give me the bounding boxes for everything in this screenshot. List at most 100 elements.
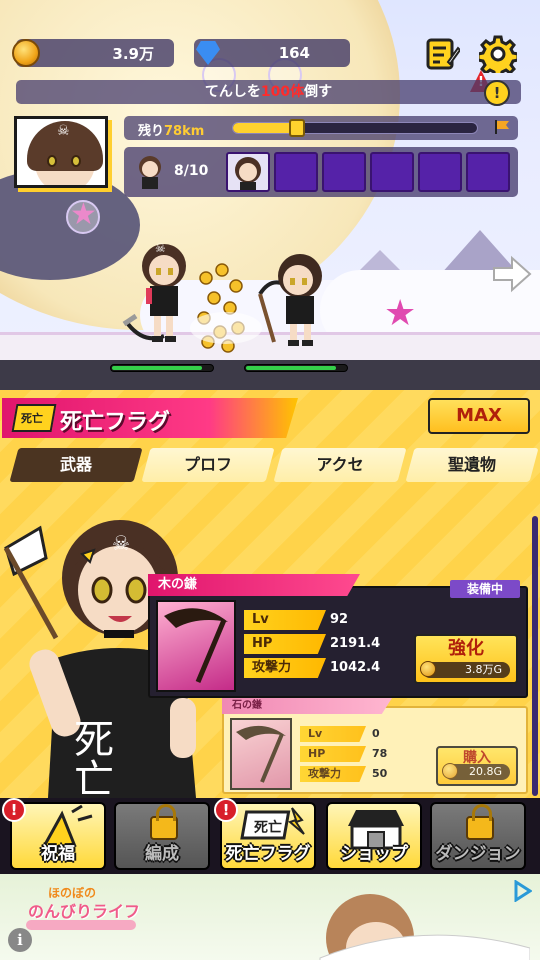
stat-label: 攻撃力: [300, 766, 366, 782]
quest-alert-badge: !: [484, 80, 510, 106]
stat-value: 92: [330, 612, 349, 627]
menu-panel: 死亡 死亡フラグ MAX 武器 プロフ アクセ 聖遺物 死亡 ☠ 木の鎌 装備中: [0, 390, 540, 798]
enemy-portrait-icon: [235, 157, 261, 190]
shirt-text: 死亡: [67, 718, 113, 798]
nav-shop[interactable]: ショップ: [326, 802, 422, 870]
gem-counter: 164: [194, 39, 350, 67]
buy-button[interactable]: 購入 20.8G: [436, 746, 518, 786]
tab-profile[interactable]: プロフ: [141, 448, 275, 482]
coin-icon: [12, 39, 40, 67]
enemy-character: [258, 254, 322, 346]
menu-title-banner: 死亡 死亡フラグ: [2, 398, 298, 438]
menu-title: 死亡フラグ: [60, 410, 171, 435]
next-weapon-card[interactable]: 石の鎌 Lv 0 HP 78 攻撃力 50 購入 20.8G: [222, 698, 528, 794]
goal-flag-icon: [495, 120, 509, 134]
scrollbar[interactable]: [532, 516, 538, 796]
nav-label: ダンジョン: [435, 844, 521, 864]
wave-panel: 8/10: [124, 147, 518, 197]
max-button[interactable]: MAX: [428, 398, 530, 434]
tab-weapon[interactable]: 武器: [9, 448, 143, 482]
sparkle-circle: [66, 200, 100, 234]
upgrade-cost: 3.8万G: [420, 661, 510, 678]
stat-value: 2191.4: [330, 636, 381, 651]
player-hp-bar: [110, 364, 214, 372]
equipped-badge: 装備中: [450, 580, 520, 598]
gear-icon: [479, 35, 517, 73]
gem-amount: 164: [278, 44, 310, 62]
stat-value: 1042.4: [330, 660, 381, 675]
nav-label: ショップ: [340, 844, 408, 864]
lock-icon: [150, 804, 178, 840]
skull-icon: ☠: [112, 531, 130, 555]
memo-button[interactable]: [422, 34, 462, 74]
upgrade-label: 強化: [448, 638, 484, 659]
distance-progress: [232, 119, 478, 137]
weapon-image: [156, 600, 236, 692]
star-icon: ★: [384, 293, 417, 334]
memo-icon: [426, 38, 460, 70]
wave-slot-empty: [274, 152, 318, 192]
weapon-name: 石の鎌: [222, 698, 392, 714]
nav-dungeon[interactable]: ダンジョン: [430, 802, 526, 870]
coin-icon: [442, 763, 458, 779]
alert-badge: !: [214, 798, 238, 822]
quest-text-after: 倒す: [304, 84, 333, 100]
weapon-image: [230, 718, 292, 790]
stat-label: HP: [300, 746, 366, 762]
stat-label: Lv: [244, 610, 326, 630]
ad-info-button[interactable]: i: [8, 928, 32, 952]
wave-counter: 8/10: [174, 163, 209, 179]
gem-icon: [196, 41, 220, 65]
distance-value: 78km: [164, 124, 205, 139]
ad-logo: ほのぼの のんびりライフ: [20, 884, 140, 934]
nav-label: 祝福: [41, 844, 75, 864]
quest-highlight: 100体: [260, 84, 305, 100]
title-flag-icon: 死亡: [11, 404, 57, 432]
stat-label: HP: [244, 634, 326, 654]
ad-character-image: [319, 894, 530, 960]
wave-slot-empty: [466, 152, 510, 192]
tab-accessory[interactable]: アクセ: [273, 448, 407, 482]
coin-amount: 3.9万: [112, 44, 154, 63]
distance-panel: 残り78km: [124, 116, 518, 140]
stat-label: Lv: [300, 726, 366, 742]
distance-label: 残り78km: [138, 124, 205, 139]
equipped-weapon-card[interactable]: 木の鎌 装備中 Lv 92 HP 2191.4 攻撃力 1042.4 強化 3.…: [148, 574, 528, 698]
stat-label: 攻撃力: [244, 658, 326, 678]
ad-banner[interactable]: ほのぼの のんびりライフ i: [0, 874, 540, 960]
nav-formation[interactable]: 編成: [114, 802, 210, 870]
ad-logo-main: のんびりライフ: [28, 902, 141, 921]
wave-slot-empty: [370, 152, 414, 192]
alert-badge: !: [2, 798, 26, 822]
wave-slot-filled: [226, 152, 270, 192]
upgrade-button[interactable]: 強化 3.8万G: [414, 634, 518, 684]
arrow-right-icon[interactable]: [492, 254, 532, 294]
buy-cost: 20.8G: [442, 763, 510, 780]
portrait-eye: [71, 155, 81, 167]
flag-text: 死亡: [253, 819, 282, 836]
coin-counter: 3.9万: [12, 39, 174, 67]
distance-progress-fill: [233, 123, 297, 133]
stat-value: 0: [372, 727, 380, 740]
scythe-icon: [236, 725, 286, 783]
character-portrait[interactable]: ☠: [14, 116, 108, 188]
skull-icon: ☠: [57, 123, 70, 139]
weapon-name: 木の鎌: [148, 574, 360, 596]
ad-logo-ribbon: [26, 920, 136, 930]
portrait-eye: [47, 155, 57, 167]
skull-icon: ☠: [155, 241, 166, 255]
lock-icon: [466, 804, 494, 840]
ad-choices-icon[interactable]: [514, 880, 532, 902]
distance-progress-marker: [288, 119, 305, 137]
nav-label: 死亡フラグ: [225, 844, 311, 864]
quest-banner[interactable]: てんしを100体倒す: [16, 80, 521, 104]
quest-text-before: てんしを: [204, 84, 261, 100]
wave-character-icon: [139, 156, 161, 189]
settings-button[interactable]: [478, 34, 518, 74]
coin-icon: [420, 661, 436, 677]
enemy-hp-bar: [244, 364, 348, 372]
tab-relic[interactable]: 聖遺物: [405, 448, 539, 482]
enemy-hp-fill: [246, 366, 336, 370]
player-hp-fill: [112, 366, 202, 370]
bottom-nav: 祝福 編成 死亡 死亡フラグ ショップ ダンジョン ! !: [0, 798, 540, 874]
